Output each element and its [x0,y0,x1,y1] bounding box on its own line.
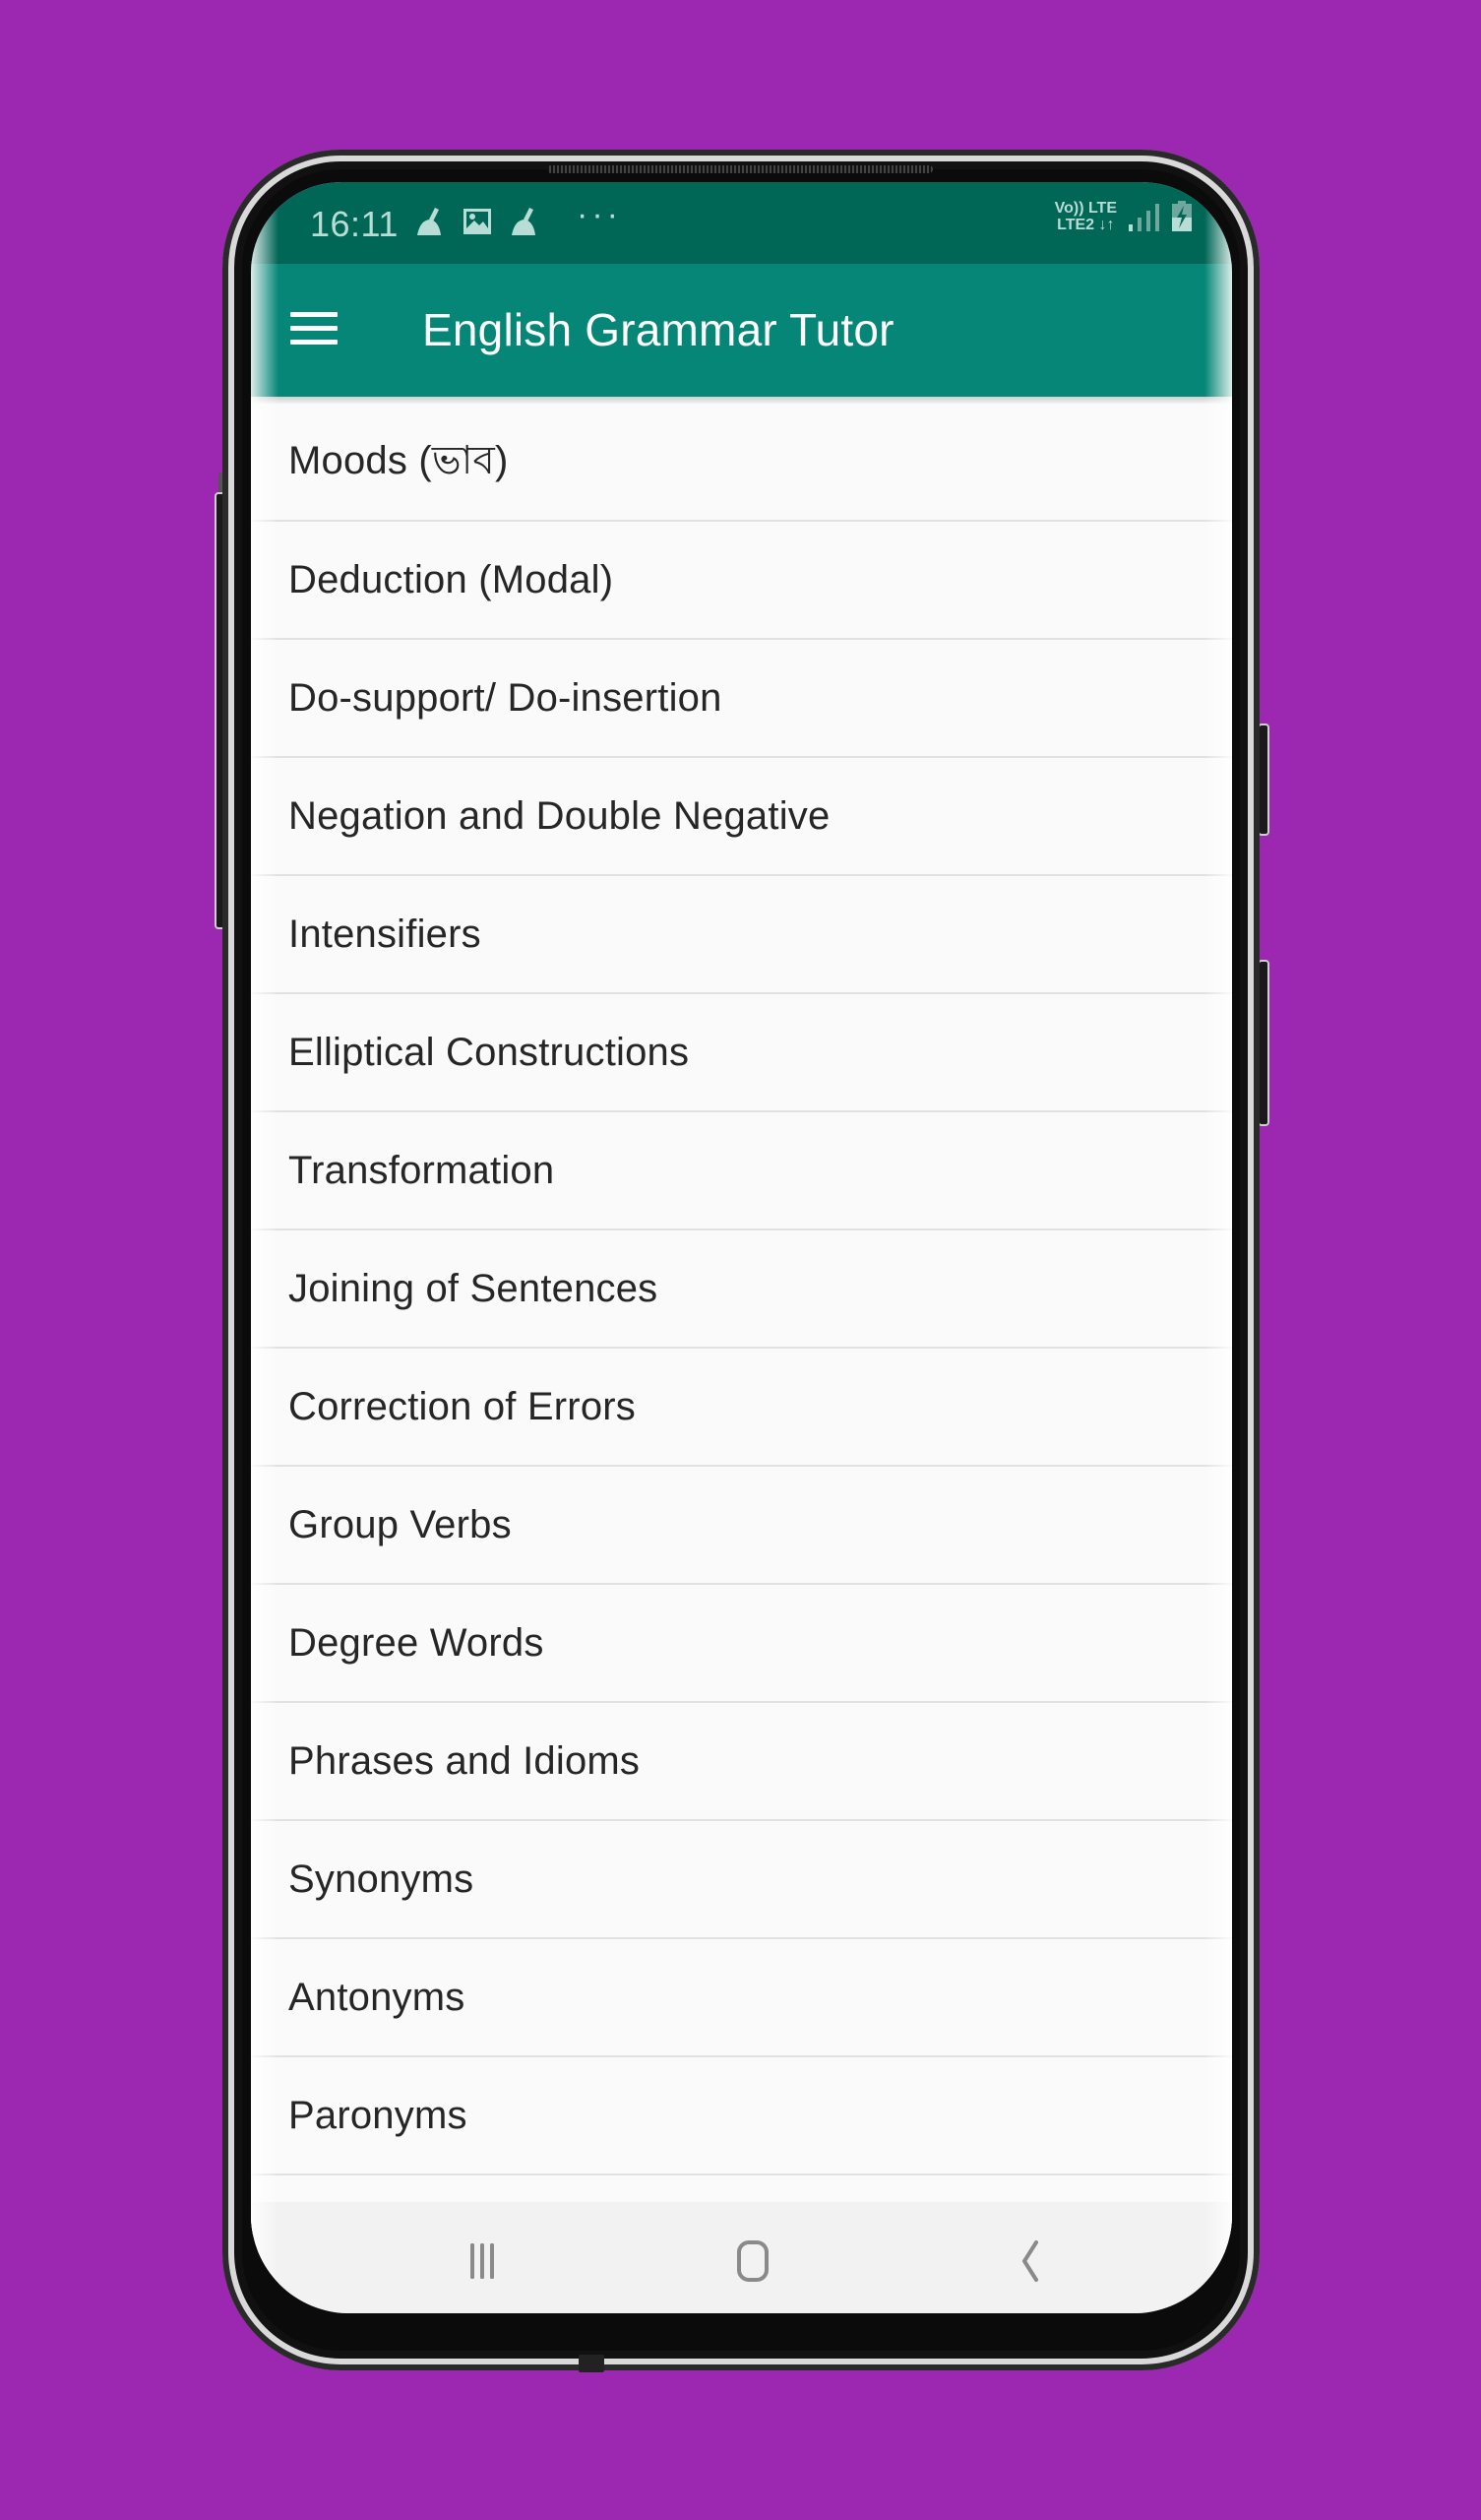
system-nav-bar [251,2202,1232,2313]
list-item-label: Transformation [288,1148,555,1192]
list-item-intensifiers[interactable]: Intensifiers [251,876,1232,994]
list-item-group-verbs[interactable]: Group Verbs [251,1467,1232,1585]
more-dots-icon: ··· [577,195,622,233]
recents-icon[interactable] [453,2232,512,2291]
list-item-label: Paronyms [288,2093,467,2137]
list-item-phrases-idioms[interactable]: Phrases and Idioms [251,1703,1232,1821]
system-status-icons: Vo)) LTE LTE2 ↓↑ [1055,200,1193,233]
notification-icons: ··· [413,196,622,237]
earpiece-speaker [547,165,933,173]
list-item-transformation[interactable]: Transformation [251,1112,1232,1230]
list-item-label: Moods (ভাব) [288,438,509,482]
list-item-synonyms[interactable]: Synonyms [251,1821,1232,1939]
list-item-label: Antonyms [288,1975,465,2019]
list-item-label: Elliptical Constructions [288,1030,690,1074]
volte-label: Vo)) LTE [1054,200,1117,217]
list-item-label: Intensifiers [288,912,481,956]
signal-icon [1129,202,1159,231]
cleaner-broom-icon [417,208,441,235]
cleaner-broom-icon [512,208,535,235]
list-item-label: Do-support/ Do-insertion [288,675,722,720]
status-time: 16:11 [310,204,399,244]
list-item-do-support[interactable]: Do-support/ Do-insertion [251,640,1232,758]
list-item-elliptical[interactable]: Elliptical Constructions [251,994,1232,1112]
gallery-image-icon [463,209,491,234]
list-item-negation[interactable]: Negation and Double Negative [251,758,1232,876]
network-indicator: Vo)) LTE LTE2 ↓↑ [1055,200,1117,233]
home-icon[interactable] [723,2232,782,2291]
list-item-label: Deduction (Modal) [288,557,614,601]
hamburger-menu-icon[interactable] [290,308,339,349]
back-icon[interactable] [999,2232,1058,2291]
list-item-label: Synonyms [288,1857,474,1901]
battery-charging-icon [1172,201,1192,231]
status-bar: 16:11 ··· Vo)) LTE LTE2 ↓↑ [251,182,1232,264]
list-item-label: Joining of Sentences [288,1266,658,1310]
lte2-label: LTE2 ↓↑ [1057,217,1115,233]
list-item-joining[interactable]: Joining of Sentences [251,1230,1232,1349]
list-item-antonyms[interactable]: Antonyms [251,1939,1232,2057]
list-item-degree-words[interactable]: Degree Words [251,1585,1232,1703]
list-item-correction[interactable]: Correction of Errors [251,1349,1232,1467]
list-item-label: Phrases and Idioms [288,1738,641,1783]
list-item-label: Correction of Errors [288,1384,636,1428]
usb-port [579,2355,604,2372]
list-item-paronyms[interactable]: Paronyms [251,2057,1232,2175]
list-item-label: Group Verbs [288,1502,512,1546]
phone-screen: 16:11 ··· Vo)) LTE LTE2 ↓↑ English Gramm… [251,182,1232,2313]
list-item-label: Degree Words [288,1620,544,1665]
list-item-deduction[interactable]: Deduction (Modal) [251,522,1232,640]
list-item-moods[interactable]: Moods (ভাব) [251,404,1232,522]
topic-list: Moods (ভাব) Deduction (Modal) Do-support… [251,404,1232,2235]
app-title: English Grammar Tutor [422,304,895,355]
list-item-label: Negation and Double Negative [288,793,831,838]
app-toolbar: English Grammar Tutor [251,264,1232,397]
